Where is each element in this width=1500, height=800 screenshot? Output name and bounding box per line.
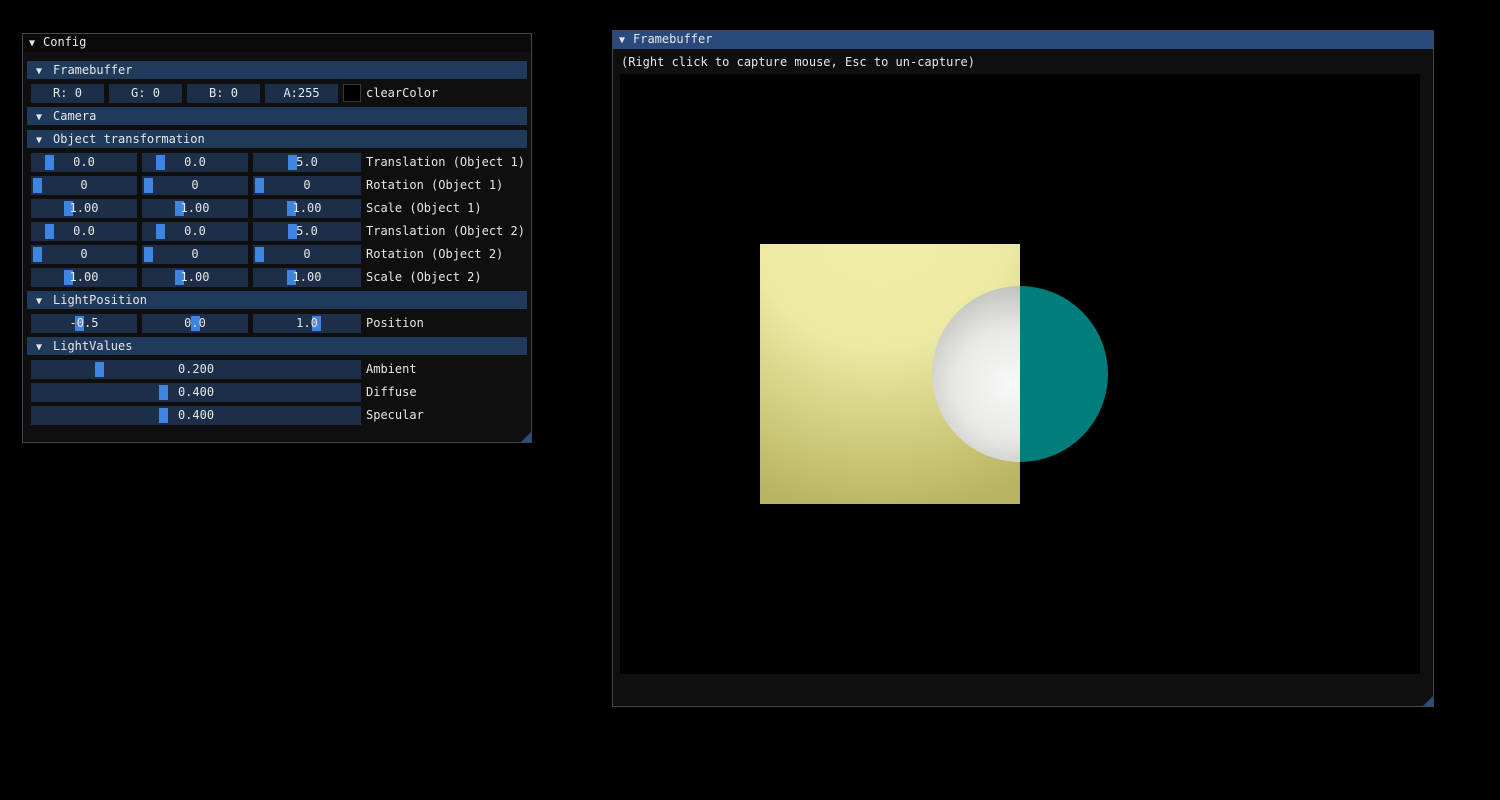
slider-grab-handle[interactable] (45, 224, 54, 239)
collapse-arrow-icon[interactable]: ▼ (29, 35, 43, 52)
section-framebuffer-label: Framebuffer (53, 63, 133, 77)
object-row-label: Scale (Object 1) (366, 201, 482, 215)
clear-color-swatch[interactable] (343, 84, 361, 102)
clear-color-a[interactable]: A:255 (265, 84, 338, 103)
collapse-arrow-icon: ▼ (36, 112, 43, 123)
section-camera-label: Camera (53, 109, 97, 123)
framebuffer-title: Framebuffer (633, 32, 713, 46)
object-row-3-slider-z[interactable]: 1.00 (253, 199, 361, 218)
slider-grab-handle[interactable] (159, 385, 168, 400)
render-viewport[interactable] (620, 74, 1420, 674)
section-framebuffer[interactable]: ▼ Framebuffer (27, 61, 527, 79)
light-position-slider-y[interactable]: 0.0 (142, 314, 248, 333)
light-ambient-label: Ambient (366, 362, 417, 376)
slider-grab-handle[interactable] (156, 224, 165, 239)
object-row-3-slider-y[interactable]: 1.00 (142, 199, 248, 218)
object-row-label: Rotation (Object 2) (366, 247, 504, 261)
object-row-4-slider-z[interactable]: 5.0 (253, 222, 361, 241)
section-object-transformation[interactable]: ▼ Object transformation (27, 130, 527, 148)
slider-grab-handle[interactable] (255, 247, 264, 262)
object-row-2-slider-z[interactable]: 0 (253, 176, 361, 195)
section-light-position[interactable]: ▼ LightPosition (27, 291, 527, 309)
section-light-values[interactable]: ▼ LightValues (27, 337, 527, 355)
config-title: Config (43, 35, 87, 49)
object-row-label: Translation (Object 2) (366, 224, 525, 238)
light-specular-label: Specular (366, 408, 424, 422)
config-title-bar[interactable]: ▼ Config (23, 34, 531, 52)
light-diffuse-label: Diffuse (366, 385, 417, 399)
object-row-2-slider-y[interactable]: 0 (142, 176, 248, 195)
object-row-5-slider-z[interactable]: 0 (253, 245, 361, 264)
object-row-3-slider-x[interactable]: 1.00 (31, 199, 137, 218)
config-window[interactable]: ▼ Config ▼ Framebuffer R: 0 G: 0 B: 0 A:25… (22, 33, 532, 443)
capture-hint: (Right click to capture mouse, Esc to un… (621, 55, 976, 69)
framebuffer-title-bar[interactable]: ▼ Framebuffer (613, 31, 1433, 49)
object-row-5-slider-x[interactable]: 0 (31, 245, 137, 264)
collapse-arrow-icon: ▼ (36, 342, 43, 353)
object-row-4-slider-y[interactable]: 0.0 (142, 222, 248, 241)
slider-grab-handle[interactable] (33, 247, 42, 262)
clear-color-b[interactable]: B: 0 (187, 84, 260, 103)
light-ambient-slider[interactable]: 0.200 (31, 360, 361, 379)
resize-grip-icon[interactable] (521, 432, 531, 442)
slider-grab-handle[interactable] (45, 155, 54, 170)
object-row-6-slider-x[interactable]: 1.00 (31, 268, 137, 287)
slider-grab-handle[interactable] (156, 155, 165, 170)
object-row-1-slider-z[interactable]: 5.0 (253, 153, 361, 172)
clear-color-label: clearColor (366, 86, 439, 100)
clear-color-g[interactable]: G: 0 (109, 84, 182, 103)
framebuffer-window[interactable]: ▼ Framebuffer (Right click to capture mou… (612, 30, 1434, 707)
light-specular-slider[interactable]: 0.400 (31, 406, 361, 425)
slider-grab-handle[interactable] (159, 408, 168, 423)
rendered-scene (760, 244, 1108, 504)
object-row-6-slider-z[interactable]: 1.00 (253, 268, 361, 287)
slider-grab-handle[interactable] (95, 362, 104, 377)
slider-grab-handle[interactable] (144, 178, 153, 193)
light-position-slider-x[interactable]: -0.5 (31, 314, 137, 333)
section-light-position-label: LightPosition (53, 293, 147, 307)
object-row-2-slider-x[interactable]: 0 (31, 176, 137, 195)
slider-grab-handle[interactable] (33, 178, 42, 193)
collapse-arrow-icon: ▼ (36, 66, 43, 77)
light-position-label: Position (366, 316, 424, 330)
section-light-values-label: LightValues (53, 339, 133, 353)
light-position-slider-z[interactable]: 1.0 (253, 314, 361, 333)
object-row-label: Translation (Object 1) (366, 155, 525, 169)
object-row-label: Rotation (Object 1) (366, 178, 504, 192)
collapse-arrow-icon: ▼ (36, 296, 43, 307)
section-object-transformation-label: Object transformation (53, 132, 205, 146)
collapse-arrow-icon: ▼ (36, 135, 43, 146)
section-camera[interactable]: ▼ Camera (27, 107, 527, 125)
object-row-5-slider-y[interactable]: 0 (142, 245, 248, 264)
object-row-6-slider-y[interactable]: 1.00 (142, 268, 248, 287)
light-diffuse-slider[interactable]: 0.400 (31, 383, 361, 402)
collapse-arrow-icon[interactable]: ▼ (619, 32, 633, 49)
object-row-label: Scale (Object 2) (366, 270, 482, 284)
object-row-1-slider-y[interactable]: 0.0 (142, 153, 248, 172)
slider-grab-handle[interactable] (255, 178, 264, 193)
clear-color-r[interactable]: R: 0 (31, 84, 104, 103)
resize-grip-icon[interactable] (1423, 696, 1433, 706)
object-row-4-slider-x[interactable]: 0.0 (31, 222, 137, 241)
slider-grab-handle[interactable] (144, 247, 153, 262)
object-row-1-slider-x[interactable]: 0.0 (31, 153, 137, 172)
